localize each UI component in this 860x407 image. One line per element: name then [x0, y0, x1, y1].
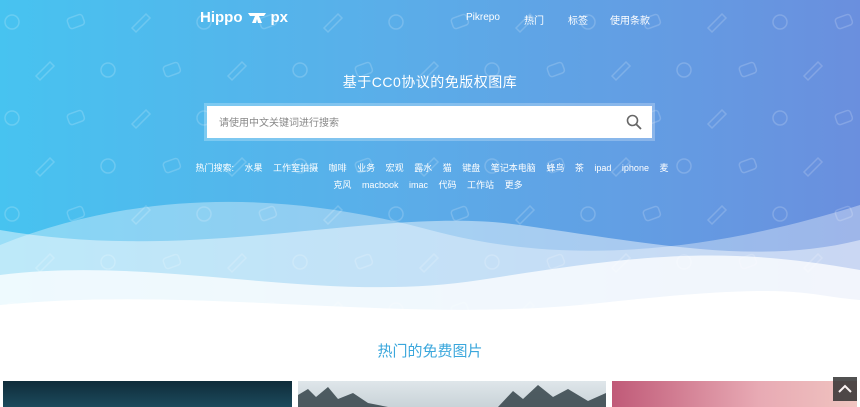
pattern-doodle [66, 109, 86, 126]
hot-keyword[interactable]: 蜂鸟 [546, 163, 564, 173]
pattern-doodle [676, 158, 692, 174]
logo-text-left: Hippo [200, 9, 243, 26]
hot-keyword[interactable]: 水果 [245, 163, 263, 173]
hot-keyword[interactable]: 茶 [575, 163, 584, 173]
pattern-doodle [738, 157, 758, 174]
hot-keyword[interactable]: ipad [594, 163, 611, 173]
wave-decoration [0, 201, 860, 330]
section-title: 热门的免费图片 [377, 343, 483, 360]
pattern-doodle [4, 110, 20, 126]
search-box [207, 106, 652, 138]
hot-keyword[interactable]: macbook [362, 180, 399, 190]
hot-keyword[interactable]: 工作站 [467, 180, 494, 190]
hero-title: 基于CC0协议的免版权图库 [342, 74, 518, 90]
search-input[interactable] [217, 108, 621, 138]
pattern-doodle [162, 157, 182, 174]
nav-link-tags[interactable]: 标签 [568, 12, 588, 27]
hot-keyword[interactable]: 宏观 [386, 163, 404, 173]
hot-searches: 热门搜索: 水果 工作室拍摄 咖啡 业务 宏观 露水 猫 键盘 笔记本电脑 蜂鸟… [190, 160, 670, 194]
hot-keyword[interactable]: 代码 [439, 180, 457, 190]
hot-keyword[interactable]: 业务 [357, 163, 375, 173]
pattern-doodle [802, 156, 824, 178]
pattern-doodle [34, 156, 56, 178]
nav-link-terms[interactable]: 使用条款 [610, 12, 650, 27]
pattern-doodle [706, 108, 728, 130]
back-to-top-button[interactable] [833, 377, 857, 401]
hot-search-label: 热门搜索: [195, 163, 235, 173]
pattern-doodle [100, 158, 116, 174]
site-logo[interactable]: Hippo px [200, 9, 288, 26]
search-icon[interactable] [626, 114, 642, 130]
hot-keyword[interactable]: 笔记本电脑 [491, 163, 536, 173]
photo-thumbnail[interactable] [298, 381, 606, 407]
hot-keyword[interactable]: 键盘 [462, 163, 480, 173]
pattern-doodle [834, 109, 854, 126]
hot-keyword[interactable]: 工作室拍摄 [273, 163, 318, 173]
hot-keyword[interactable]: 露水 [414, 163, 432, 173]
hot-keyword-more[interactable]: 更多 [505, 180, 523, 190]
hot-keyword[interactable]: 猫 [443, 163, 452, 173]
nav-link-popular[interactable]: 热门 [524, 12, 544, 27]
photo-trees-silhouette [298, 385, 606, 407]
hot-keyword[interactable]: iphone [622, 163, 649, 173]
top-nav: Hippo px Pikrepo 热门 标签 使用条款 [0, 0, 860, 38]
hot-keyword[interactable]: 咖啡 [329, 163, 347, 173]
logo-text-right: px [270, 9, 289, 26]
pattern-doodle [772, 110, 788, 126]
pattern-doodle [130, 108, 152, 130]
nav-link-pikrepo[interactable]: Pikrepo [466, 12, 500, 23]
photo-thumbnail[interactable] [612, 381, 857, 407]
hot-keyword[interactable]: imac [409, 180, 428, 190]
back-to-top-icon [838, 384, 852, 393]
logo-icon [247, 12, 266, 23]
photo-thumbnail[interactable] [3, 381, 292, 407]
